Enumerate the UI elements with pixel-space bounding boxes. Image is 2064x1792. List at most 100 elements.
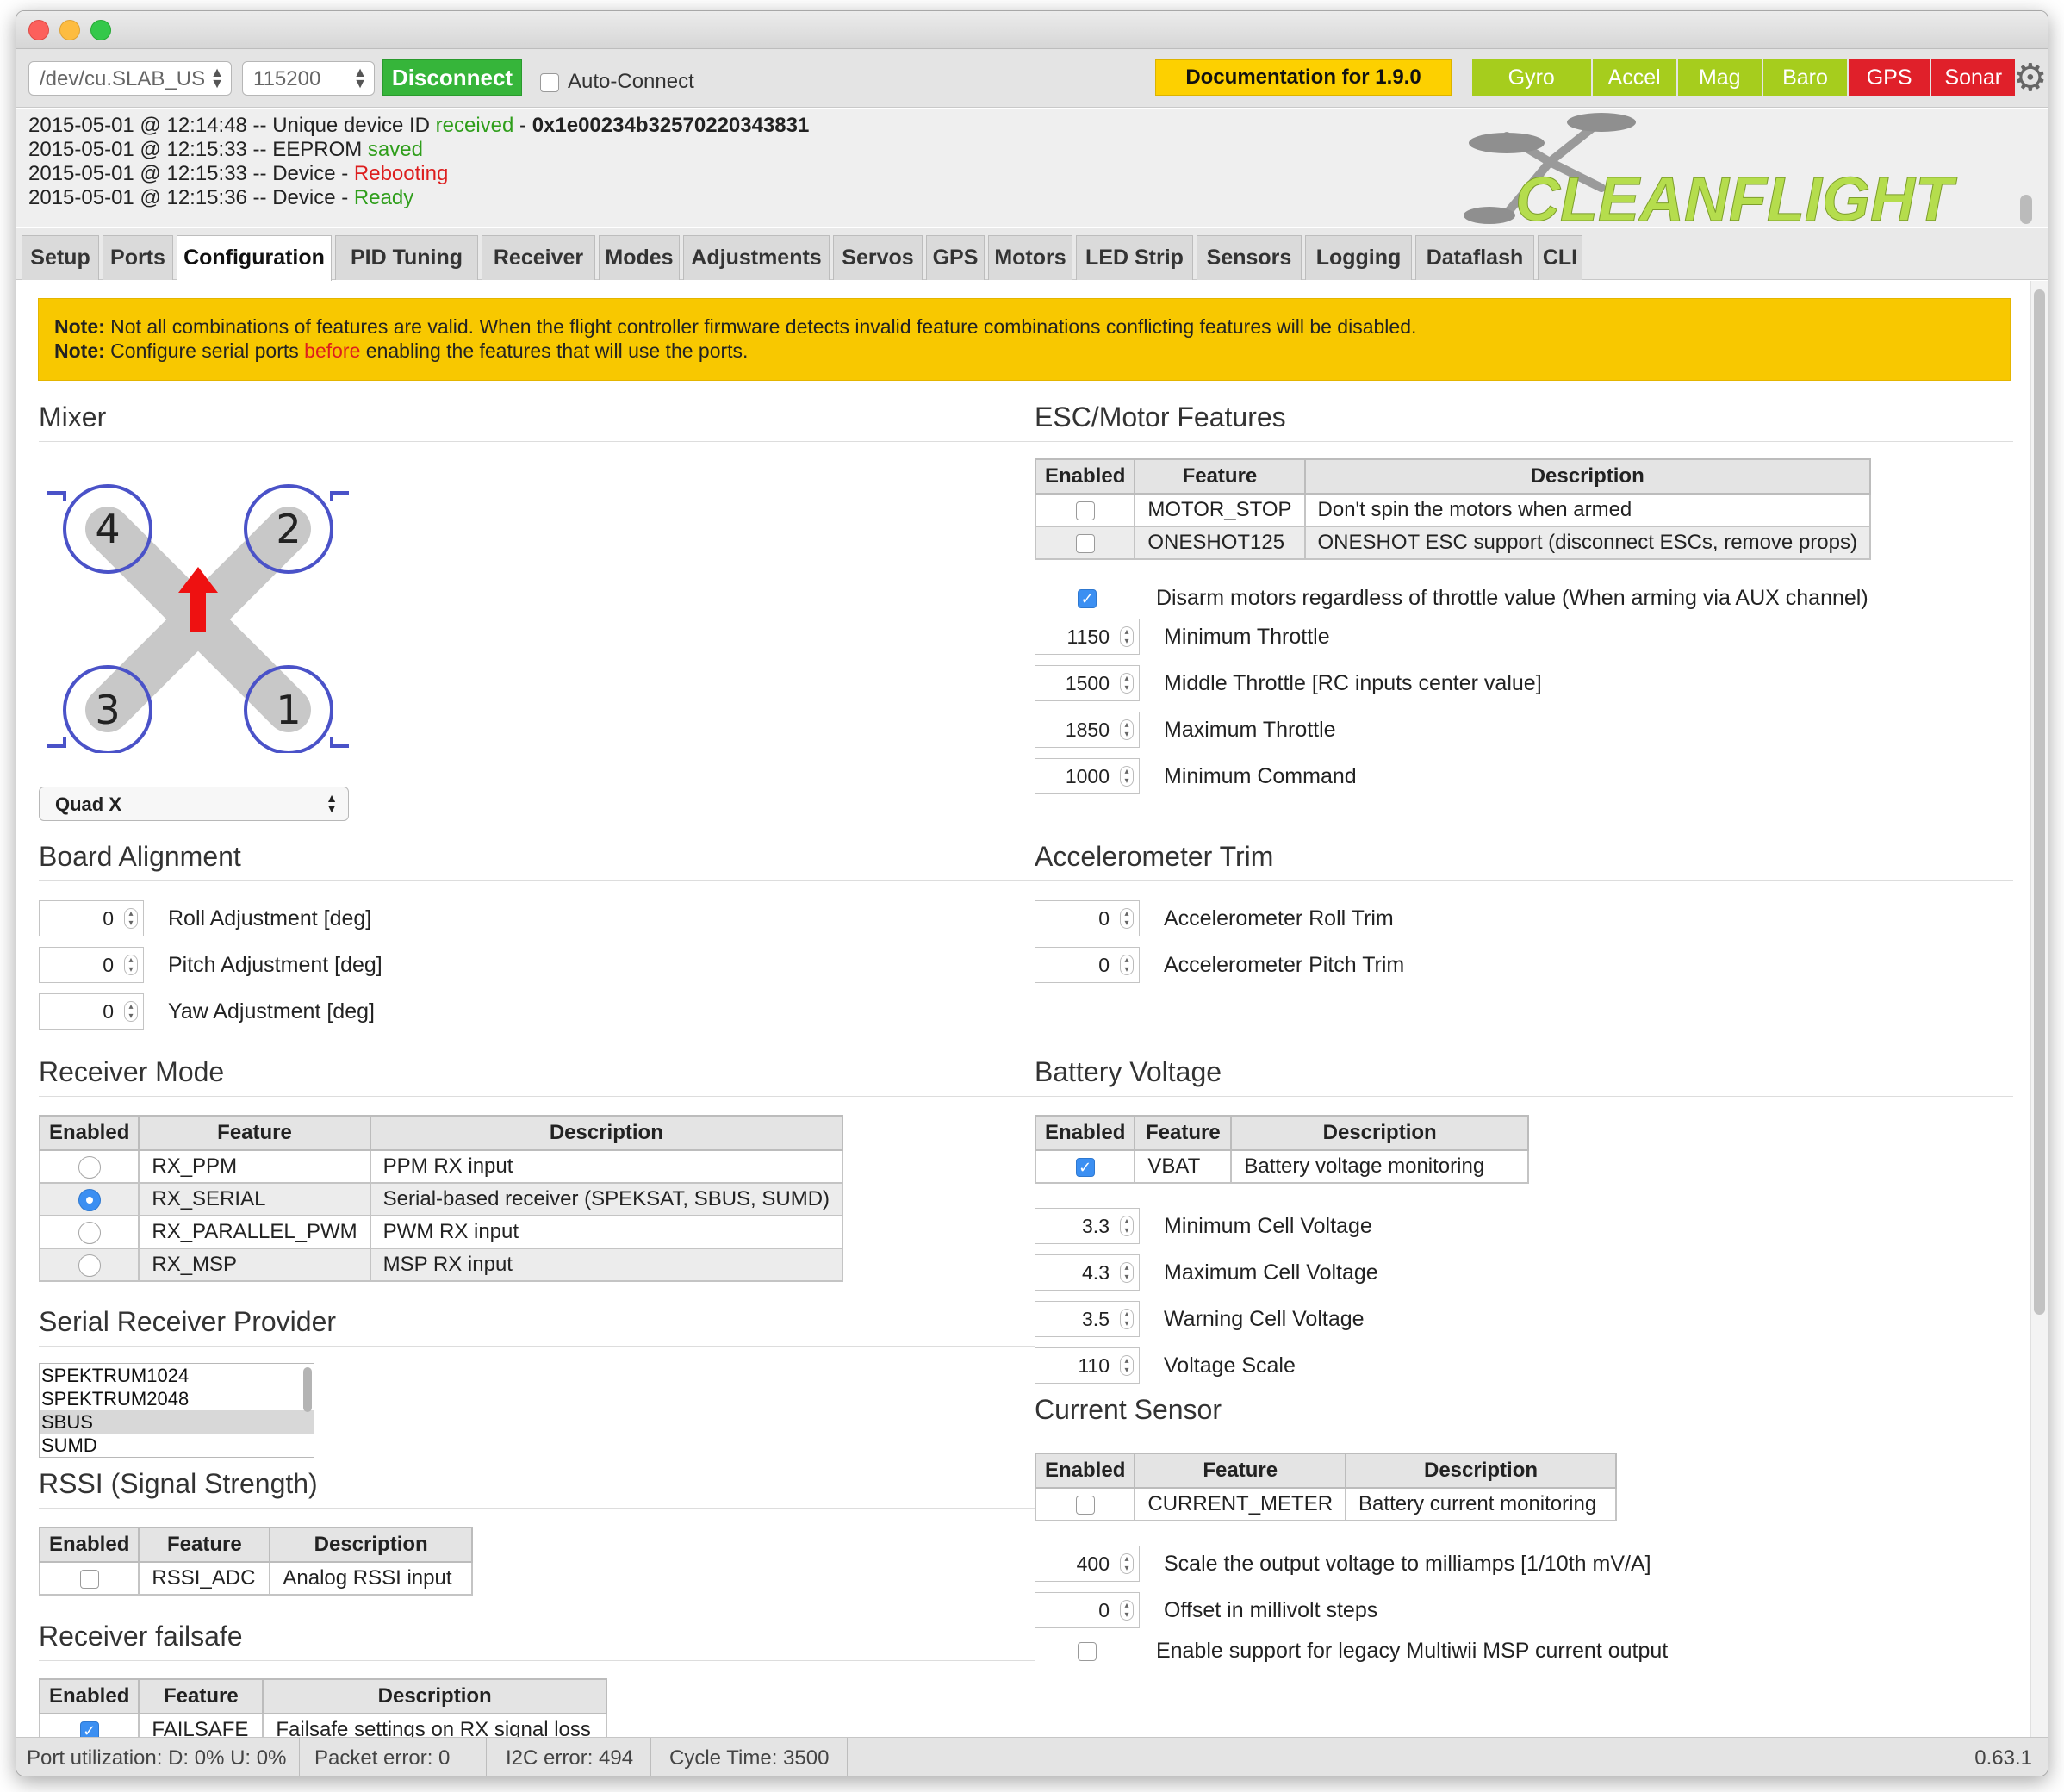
list-option[interactable]: SPEKTRUM2048	[40, 1387, 314, 1410]
spinner-icon[interactable]: ▴ ▾	[1120, 1309, 1134, 1329]
spinner-icon[interactable]: ▴ ▾	[1120, 673, 1134, 694]
disarm-option[interactable]: ✓ Disarm motors regardless of throttle v…	[1078, 586, 1868, 611]
spinner-icon[interactable]: ▴ ▾	[124, 1001, 138, 1022]
list-option[interactable]: SPEKTRUM1024	[40, 1364, 314, 1387]
number-input[interactable]: 0 ▴ ▾	[1035, 947, 1140, 983]
mixer-select[interactable]: Quad X ▲ ▼	[39, 787, 349, 821]
spinner-icon[interactable]: ▴ ▾	[1120, 766, 1134, 787]
number-value: 400	[1076, 1552, 1110, 1575]
legacy-msp-label: Enable support for legacy Multiwii MSP c…	[1155, 1639, 1669, 1663]
sensor-gps: GPS	[1849, 59, 1932, 96]
close-window-button[interactable]	[28, 20, 49, 40]
number-value: 1150	[1066, 625, 1110, 648]
header-description: Description	[1345, 1453, 1617, 1489]
spinner-icon[interactable]: ▴ ▾	[1120, 1553, 1134, 1574]
number-input[interactable]: 400 ▴ ▾	[1035, 1546, 1140, 1582]
feature-checkbox[interactable]	[1075, 1495, 1095, 1515]
number-input[interactable]: 0 ▴ ▾	[39, 900, 144, 936]
select-arrows-icon: ▲ ▼	[326, 791, 338, 815]
tab-adjustments[interactable]: Adjustments	[683, 235, 830, 280]
gear-icon[interactable]: ⚙	[2013, 59, 2047, 97]
spinner-icon[interactable]: ▴ ▾	[1120, 908, 1134, 929]
select-arrows-icon: ▲ ▼	[353, 65, 367, 91]
number-input[interactable]: 3.5 ▴ ▾	[1035, 1301, 1140, 1337]
quad-x-diagram: 4 2 3 1	[47, 484, 349, 753]
number-input[interactable]: 3.3 ▴ ▾	[1035, 1208, 1140, 1244]
spinner-icon[interactable]: ▴ ▾	[124, 955, 138, 975]
feature-radio[interactable]	[78, 1155, 101, 1179]
list-scrollbar[interactable]	[303, 1367, 312, 1412]
receiver-mode-title: Receiver Mode	[39, 1056, 225, 1087]
battery-title: Battery Voltage	[1035, 1056, 1222, 1087]
feature-checkbox[interactable]	[1075, 533, 1095, 553]
failsafe-title: Receiver failsafe	[39, 1621, 243, 1652]
log-scrollbar[interactable]	[2020, 195, 2032, 224]
number-input[interactable]: 1500 ▴ ▾	[1035, 665, 1140, 701]
spinner-icon[interactable]: ▴ ▾	[1120, 626, 1134, 647]
feature-checkbox[interactable]	[79, 1569, 99, 1589]
minimize-window-button[interactable]	[59, 20, 80, 40]
number-input[interactable]: 1150 ▴ ▾	[1035, 619, 1140, 655]
tab-dataflash[interactable]: Dataflash	[1415, 235, 1534, 280]
number-field-row: 1850 ▴ ▾ Maximum Throttle	[1035, 712, 1810, 748]
feature-name: ONESHOT125	[1134, 526, 1306, 560]
legacy-msp-option[interactable]: Enable support for legacy Multiwii MSP c…	[1078, 1639, 1668, 1664]
auto-connect-toggle[interactable]: Auto-Connect	[540, 70, 694, 94]
header-description: Description	[1303, 458, 1871, 495]
tab-receiver[interactable]: Receiver	[482, 235, 595, 280]
feature-checkbox[interactable]: ✓	[1075, 1157, 1095, 1177]
disconnect-button[interactable]: Disconnect	[382, 59, 522, 96]
header-enabled: Enabled	[1034, 1453, 1136, 1489]
number-input[interactable]: 0 ▴ ▾	[39, 947, 144, 983]
tab-motors[interactable]: Motors	[988, 235, 1072, 280]
maximize-window-button[interactable]	[90, 20, 111, 40]
port-select[interactable]: /dev/cu.SLAB_US ▲ ▼	[28, 61, 232, 96]
tab-ports[interactable]: Ports	[103, 235, 173, 280]
tab-sensors[interactable]: Sensors	[1197, 235, 1302, 280]
spinner-icon[interactable]: ▴ ▾	[1120, 1216, 1134, 1236]
feature-radio[interactable]	[78, 1254, 101, 1277]
baud-select[interactable]: 115200 ▲ ▼	[242, 61, 375, 96]
spinner-icon[interactable]: ▴ ▾	[1120, 719, 1134, 740]
disarm-checkbox[interactable]: ✓	[1078, 589, 1097, 609]
tab-gps[interactable]: GPS	[926, 235, 985, 280]
number-input[interactable]: 4.3 ▴ ▾	[1035, 1254, 1140, 1291]
feature-name: RX_SERIAL	[138, 1182, 371, 1216]
number-value: 1000	[1065, 765, 1110, 787]
logo-text: CLEANFLIGHT	[1515, 165, 1958, 226]
disarm-label: Disarm motors regardless of throttle val…	[1155, 586, 1868, 610]
legacy-msp-checkbox[interactable]	[1078, 1642, 1097, 1662]
tab-pid-tuning[interactable]: PID Tuning	[335, 235, 478, 280]
tab-setup[interactable]: Setup	[22, 235, 99, 280]
tab-led-strip[interactable]: LED Strip	[1076, 235, 1193, 280]
spinner-icon[interactable]: ▴ ▾	[1120, 955, 1134, 975]
scrollbar-thumb[interactable]	[2034, 289, 2045, 1315]
spinner-icon[interactable]: ▴ ▾	[1120, 1355, 1134, 1376]
number-input[interactable]: 1000 ▴ ▾	[1035, 758, 1140, 794]
spinner-icon[interactable]: ▴ ▾	[1120, 1262, 1134, 1283]
list-option[interactable]: SUMD	[40, 1434, 314, 1457]
spinner-icon[interactable]: ▴ ▾	[124, 908, 138, 929]
select-arrows-icon: ▲ ▼	[210, 65, 224, 91]
tab-servos[interactable]: Servos	[833, 235, 923, 280]
number-input[interactable]: 0 ▴ ▾	[39, 993, 144, 1030]
feature-checkbox[interactable]: ✓	[79, 1720, 99, 1737]
tab-configuration[interactable]: Configuration	[177, 235, 332, 282]
tab-logging[interactable]: Logging	[1305, 235, 1412, 280]
spinner-icon[interactable]: ▴ ▾	[1120, 1600, 1134, 1621]
number-input[interactable]: 110 ▴ ▾	[1035, 1347, 1140, 1384]
feature-radio[interactable]	[78, 1221, 101, 1244]
tab-modes[interactable]: Modes	[599, 235, 680, 280]
rssi-title: RSSI (Signal Strength)	[39, 1468, 318, 1499]
number-input[interactable]: 0 ▴ ▾	[1035, 1592, 1140, 1628]
page-scrollbar[interactable]	[2030, 281, 2048, 1737]
list-option[interactable]: SBUS	[40, 1410, 314, 1434]
number-input[interactable]: 1850 ▴ ▾	[1035, 712, 1140, 748]
documentation-button[interactable]: Documentation for 1.9.0	[1155, 59, 1452, 96]
number-input[interactable]: 0 ▴ ▾	[1035, 900, 1140, 936]
tab-cli[interactable]: CLI	[1538, 235, 1582, 280]
feature-radio[interactable]	[78, 1188, 101, 1211]
serial-receiver-list[interactable]: SPEKTRUM1024 SPEKTRUM2048 SBUS SUMD	[39, 1363, 314, 1458]
auto-connect-checkbox[interactable]	[540, 72, 559, 92]
feature-checkbox[interactable]	[1075, 501, 1095, 520]
